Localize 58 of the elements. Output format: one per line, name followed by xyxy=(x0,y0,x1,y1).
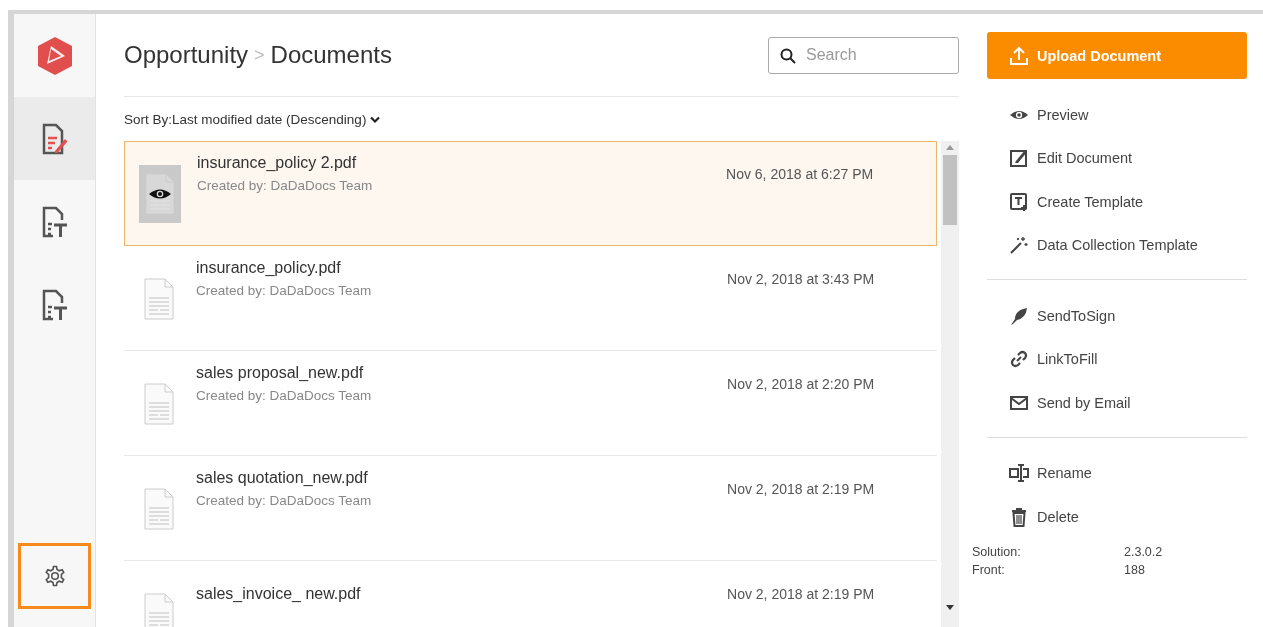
action-button[interactable]: Data Collection Template xyxy=(1009,223,1247,267)
version-label: Solution: xyxy=(972,543,1022,561)
document-name: sales_invoice_ new.pdf xyxy=(196,584,362,603)
document-author: Created by: DaDaDocs Team xyxy=(196,493,373,508)
document-row[interactable]: insurance_policy 2.pdf Created by: DaDaDocs Team Nov 6, 2018 at 6:27 PM xyxy=(124,141,938,246)
feather-icon xyxy=(1009,305,1029,326)
version-value: 188 xyxy=(1124,562,1146,580)
sidebar-item[interactable] xyxy=(14,97,95,180)
logo-icon xyxy=(36,35,73,76)
document-edit-icon[interactable] xyxy=(41,122,68,155)
scroll-down-icon[interactable] xyxy=(946,605,954,611)
scrollbar-thumb[interactable] xyxy=(943,155,957,225)
document-date: Nov 2, 2018 at 2:20 PM xyxy=(727,375,876,392)
page-title: Documents xyxy=(270,41,392,69)
rename-icon xyxy=(1009,463,1029,484)
template-icon xyxy=(1009,191,1029,212)
action-button[interactable]: Preview xyxy=(1009,93,1247,137)
upload-icon xyxy=(1009,45,1029,66)
settings-button[interactable] xyxy=(18,543,91,609)
breadcrumb-link[interactable]: Opportunity xyxy=(124,41,249,69)
action-button[interactable]: Create Template xyxy=(1009,180,1247,224)
document-row[interactable]: sales_invoice_ new.pdf Nov 2, 2018 at 2:19 PM xyxy=(124,561,938,627)
action-button[interactable]: LinkToFill xyxy=(1009,337,1247,381)
action-button[interactable]: Delete xyxy=(1009,495,1247,539)
link-icon xyxy=(1009,349,1029,370)
chevron-down-icon[interactable] xyxy=(370,115,381,124)
document-template-icon[interactable] xyxy=(41,205,68,238)
search-icon xyxy=(780,47,796,64)
document-date: Nov 6, 2018 at 6:27 PM xyxy=(726,165,875,182)
document-author: Created by: DaDaDocs Team xyxy=(196,388,373,403)
action-button[interactable]: Rename xyxy=(1009,451,1247,495)
document-date: Nov 2, 2018 at 2:19 PM xyxy=(727,480,876,497)
trash-icon xyxy=(1009,506,1029,527)
document-name: insurance_policy 2.pdf xyxy=(197,154,358,172)
document-author: Created by: DaDaDocs Team xyxy=(196,283,373,298)
document-thumbnail xyxy=(139,164,181,223)
search-field[interactable]: Search xyxy=(768,36,959,74)
document-name: insurance_policy.pdf xyxy=(196,259,342,277)
document-template-icon[interactable] xyxy=(41,288,68,321)
version-label: Front: xyxy=(972,562,1006,580)
document-name: sales quotation_new.pdf xyxy=(196,469,369,487)
document-date: Nov 2, 2018 at 2:19 PM xyxy=(727,585,876,602)
edit-icon xyxy=(1009,148,1029,169)
sort-dropdown[interactable]: Sort By:Last modified date (Descending) xyxy=(124,112,367,127)
version-value: 2.3.0.2 xyxy=(1124,543,1164,561)
breadcrumb-separator: > xyxy=(254,44,265,66)
document-row[interactable]: sales quotation_new.pdf Created by: DaDaDocs Team Nov 2, 2018 at 2:19 PM xyxy=(124,456,938,561)
document-name: sales proposal_new.pdf xyxy=(196,364,365,382)
document-row[interactable]: sales proposal_new.pdf Created by: DaDaDocs Team Nov 2, 2018 at 2:20 PM xyxy=(124,351,938,456)
document-row[interactable]: insurance_policy.pdf Created by: DaDaDocs Team Nov 2, 2018 at 3:43 PM xyxy=(124,246,938,351)
document-date: Nov 2, 2018 at 3:43 PM xyxy=(727,270,876,287)
action-button[interactable]: Edit Document xyxy=(1009,136,1247,180)
gear-icon xyxy=(43,565,66,587)
scrollbar-track[interactable] xyxy=(941,141,959,627)
document-author: Created by: DaDaDocs Team xyxy=(197,178,374,193)
action-button[interactable]: SendToSign xyxy=(1009,294,1247,338)
magic-wand-icon xyxy=(1009,235,1029,256)
action-button[interactable]: Send by Email xyxy=(1009,381,1247,425)
